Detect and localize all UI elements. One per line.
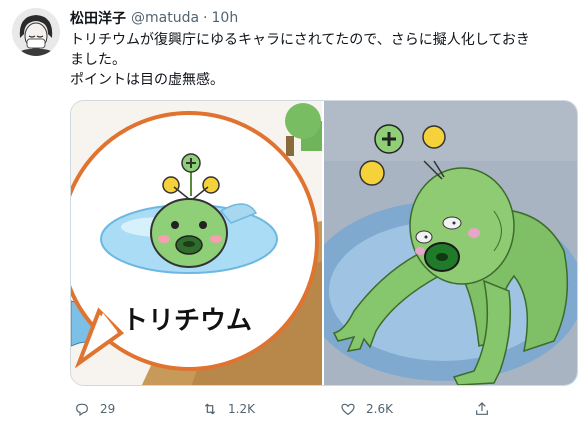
- display-name[interactable]: 松田洋子: [70, 8, 126, 28]
- tweet-media: トリチウム: [70, 100, 578, 386]
- tweet-header: 松田洋子 @matuda · 10h: [70, 8, 238, 28]
- tweet-text-line: ポイントは目の虚無感。: [70, 72, 224, 88]
- tweet-actions: 29 1.2K 2.6K: [70, 398, 500, 420]
- tweet-text: トリチウムが復興庁にゆるキャラにされてたので、さらに擬人化しておき ました。 ポ…: [70, 30, 578, 90]
- reply-count: 29: [100, 402, 116, 416]
- share-button[interactable]: [474, 398, 500, 420]
- like-button[interactable]: 2.6K: [340, 398, 393, 420]
- reply-icon: [76, 403, 88, 417]
- humanized-mascot-image[interactable]: [324, 101, 578, 386]
- like-count: 2.6K: [366, 402, 393, 416]
- tweet-text-line: トリチウムが復興庁にゆるキャラにされてたので、さらに擬人化しておき: [70, 32, 530, 48]
- mascot-label: トリチウム: [122, 306, 252, 336]
- reply-button[interactable]: 29: [74, 398, 115, 420]
- user-handle[interactable]: @matuda: [131, 10, 199, 26]
- separator-dot: ·: [203, 10, 208, 26]
- retweet-button[interactable]: 1.2K: [202, 398, 255, 420]
- share-icon: [476, 402, 488, 415]
- retweet-count: 1.2K: [228, 402, 255, 416]
- retweet-icon: [204, 403, 216, 415]
- avatar[interactable]: [12, 8, 60, 56]
- mascot-image[interactable]: トリチウム: [71, 101, 322, 386]
- like-icon: [341, 403, 355, 416]
- tweet-text-line: ました。: [70, 52, 126, 68]
- timestamp[interactable]: 10h: [212, 10, 239, 26]
